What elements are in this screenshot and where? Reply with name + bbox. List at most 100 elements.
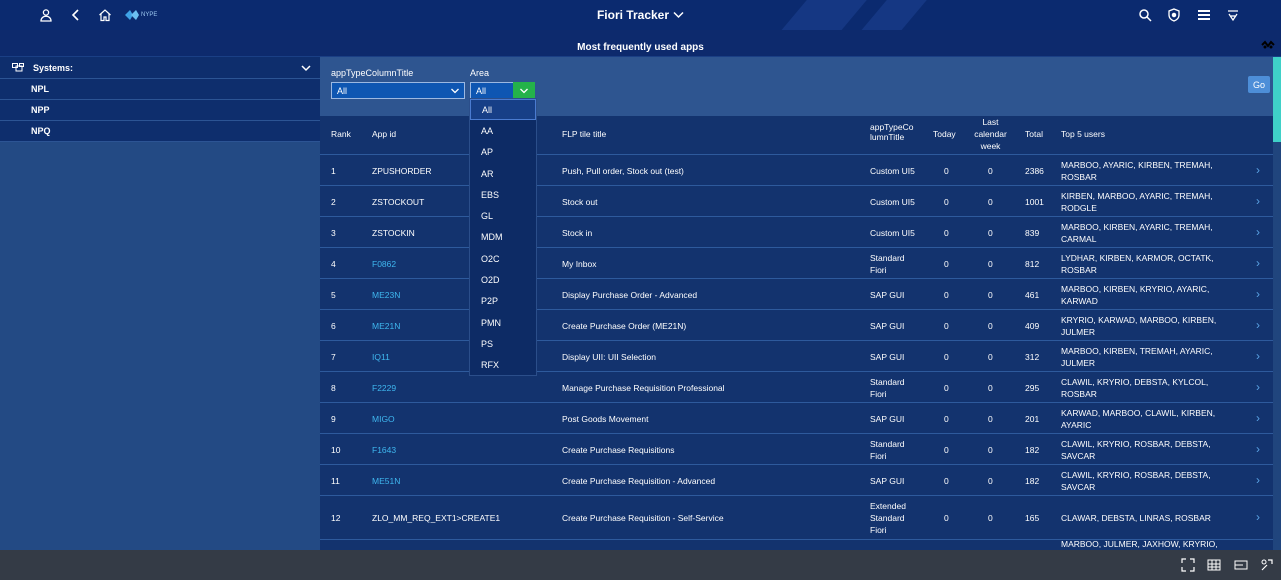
- users-cell: LYDHAR, KIRBEN, KARMOR, OCTATK,: [1061, 252, 1214, 263]
- table-row[interactable]: 4 F0862 My Inbox Standard Fiori 0 0 812 LYDHAR, …: [320, 247, 1273, 278]
- area-option[interactable]: P2P: [470, 291, 536, 312]
- users-cell: SAVCAR: [1061, 450, 1096, 461]
- column-header-last-week[interactable]: Last calendar week: [968, 116, 1013, 152]
- row-navigate-icon[interactable]: ›: [1256, 195, 1260, 207]
- app-id-cell[interactable]: F2229: [372, 382, 396, 394]
- app-id-cell[interactable]: F1643: [372, 444, 396, 456]
- area-option[interactable]: AA: [470, 120, 536, 141]
- area-option[interactable]: PMN: [470, 312, 536, 333]
- area-select-value: All: [476, 85, 487, 96]
- last-week-cell: 0: [988, 320, 993, 331]
- table-row[interactable]: 9 MIGO Post Goods Movement SAP GUI 0 0 201 KARW…: [320, 402, 1273, 433]
- area-option[interactable]: AP: [470, 142, 536, 163]
- go-button[interactable]: Go: [1248, 76, 1270, 93]
- app-title-button[interactable]: Fiori Tracker: [597, 8, 684, 22]
- table-row[interactable]: 1 ZPUSHORDER Push, Pull order, Stock out (…: [320, 154, 1273, 185]
- area-option[interactable]: All: [470, 99, 536, 121]
- home-icon[interactable]: [97, 7, 113, 23]
- table-row[interactable]: 10 F1643 Create Purchase Requisitions Stand…: [320, 433, 1273, 464]
- users-cell: CLAWAR, DEBSTA, LINRAS, ROSBAR: [1061, 513, 1211, 523]
- scrollbar[interactable]: [1273, 57, 1281, 550]
- flp-title-cell: My Inbox: [562, 258, 597, 269]
- sidebar-item-npl[interactable]: NPL: [0, 79, 320, 100]
- column-header-apptype[interactable]: appTypeCo lumnTitle: [870, 122, 913, 142]
- row-navigate-icon[interactable]: ›: [1256, 511, 1260, 523]
- table-row[interactable]: 6 ME21N Create Purchase Order (ME21N) SAP G…: [320, 309, 1273, 340]
- row-navigate-icon[interactable]: ›: [1256, 381, 1260, 393]
- row-navigate-icon[interactable]: ›: [1256, 319, 1260, 331]
- sidebar-item-npq[interactable]: NPQ: [0, 121, 320, 142]
- table-row[interactable]: MARBOO, JULMER, JAXHOW, KRYRIO,: [320, 539, 1273, 550]
- today-cell: 0: [944, 258, 949, 269]
- column-header-top5-users[interactable]: Top 5 users: [1061, 129, 1105, 139]
- main-content: appTypeColumnTitle All Area All Go Rank …: [320, 57, 1273, 550]
- scrollbar-thumb[interactable]: [1273, 57, 1281, 142]
- grid-icon[interactable]: [1207, 558, 1221, 572]
- area-option[interactable]: RFX: [470, 355, 536, 376]
- table-row[interactable]: 11 ME51N Create Purchase Requisition - Adv…: [320, 464, 1273, 495]
- back-icon[interactable]: [68, 7, 84, 23]
- total-cell: 201: [1025, 413, 1040, 424]
- apptype-cell: SAP GUI: [870, 320, 905, 331]
- column-header-today[interactable]: Today: [933, 129, 956, 139]
- area-option[interactable]: PS: [470, 333, 536, 354]
- table-row[interactable]: 12 ZLO_MM_REQ_EXT1>CREATE1 Create Purchase…: [320, 495, 1273, 539]
- area-option[interactable]: O2D: [470, 269, 536, 290]
- users-cell: AYARIC: [1061, 419, 1092, 430]
- sidebar-item-label: NPP: [31, 105, 50, 115]
- menu-icon[interactable]: [1196, 7, 1212, 23]
- table-row[interactable]: 3 ZSTOCKIN Stock in Custom UI5 0 0 839 MARBOO, …: [320, 216, 1273, 247]
- column-header-rank[interactable]: Rank: [331, 129, 351, 139]
- settings-link-icon[interactable]: [1261, 40, 1275, 50]
- apptype-cell: SAP GUI: [870, 351, 905, 362]
- rank-cell: 3: [331, 227, 336, 238]
- notification-icon[interactable]: [1225, 7, 1241, 23]
- table-row[interactable]: 2 ZSTOCKOUT Stock out Custom UI5 0 0 1001 KIRBE…: [320, 185, 1273, 216]
- row-navigate-icon[interactable]: ›: [1256, 288, 1260, 300]
- table-row[interactable]: 5 ME23N Display Purchase Order - Advanced S…: [320, 278, 1273, 309]
- page-title: Most frequently used apps: [577, 42, 704, 53]
- layout-icon[interactable]: [1234, 558, 1248, 572]
- app-id-cell[interactable]: ME21N: [372, 320, 400, 332]
- fullscreen-icon[interactable]: [1181, 558, 1195, 572]
- app-id-cell[interactable]: MIGO: [372, 413, 395, 425]
- area-option[interactable]: O2C: [470, 248, 536, 269]
- user-icon[interactable]: [38, 7, 54, 23]
- settings-icon[interactable]: [1260, 558, 1274, 572]
- apptype-cell: Standard: [870, 513, 905, 523]
- area-option[interactable]: GL: [470, 205, 536, 226]
- rank-cell: 10: [331, 444, 341, 455]
- column-header-flp-title[interactable]: FLP tile title: [562, 129, 606, 139]
- row-navigate-icon[interactable]: ›: [1256, 164, 1260, 176]
- table-row[interactable]: 7 IQ11 Display UII: UII Selection SAP GUI 0 0…: [320, 340, 1273, 371]
- area-dropdown-button[interactable]: [513, 82, 535, 99]
- area-select[interactable]: All: [470, 82, 535, 99]
- table-row[interactable]: 8 F2229 Manage Purchase Requisition Profes…: [320, 371, 1273, 402]
- app-id-cell: ZSTOCKIN: [372, 227, 415, 238]
- row-navigate-icon[interactable]: ›: [1256, 412, 1260, 424]
- row-navigate-icon[interactable]: ›: [1256, 443, 1260, 455]
- app-title: Fiori Tracker: [596, 8, 670, 22]
- area-option[interactable]: MDM: [470, 227, 536, 248]
- area-option[interactable]: EBS: [470, 184, 536, 205]
- area-option[interactable]: AR: [470, 163, 536, 184]
- app-id-cell[interactable]: IQ11: [372, 351, 390, 363]
- systems-section-header[interactable]: Systems:: [0, 57, 320, 79]
- apptype-select[interactable]: All: [331, 82, 465, 99]
- badge-icon[interactable]: [1166, 7, 1182, 23]
- app-id-cell[interactable]: ME23N: [372, 289, 400, 301]
- row-navigate-icon[interactable]: ›: [1256, 350, 1260, 362]
- row-navigate-icon[interactable]: ›: [1256, 226, 1260, 238]
- row-navigate-icon[interactable]: ›: [1256, 257, 1260, 269]
- column-header-total[interactable]: Total: [1025, 129, 1043, 139]
- sidebar-item-npp[interactable]: NPP: [0, 100, 320, 121]
- chevron-down-icon[interactable]: [300, 62, 312, 74]
- header-line: Last: [982, 117, 999, 127]
- search-icon[interactable]: [1137, 7, 1153, 23]
- company-logo: NYPE: [125, 8, 157, 22]
- app-id-cell[interactable]: ME51N: [372, 475, 400, 487]
- row-navigate-icon[interactable]: ›: [1256, 474, 1260, 486]
- app-id-cell[interactable]: F0862: [372, 258, 396, 270]
- column-header-app-id[interactable]: App id: [372, 129, 396, 139]
- systems-sidebar: Systems: NPL NPP NPQ: [0, 57, 320, 550]
